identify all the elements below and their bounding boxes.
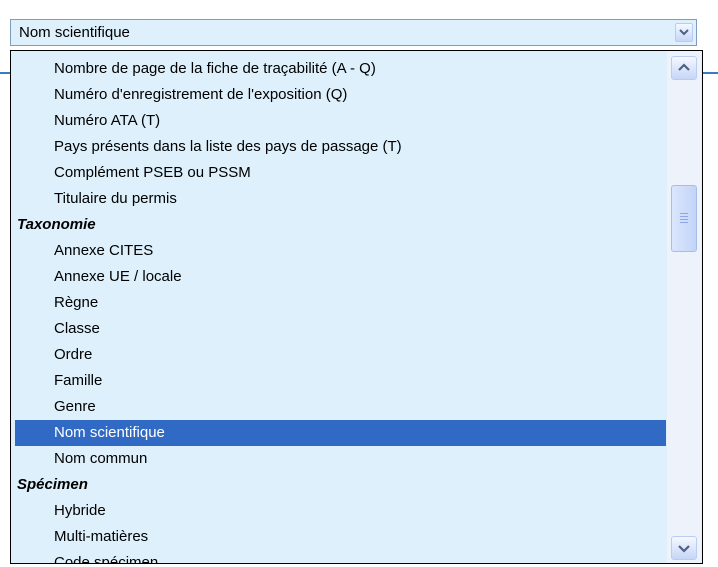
list-option[interactable]: Multi-matières bbox=[11, 524, 666, 550]
option-label: Annexe CITES bbox=[54, 242, 154, 259]
list-option[interactable]: Pays présents dans la liste des pays de … bbox=[11, 134, 666, 160]
option-label: Classe bbox=[54, 320, 100, 337]
list-option[interactable]: Hybride bbox=[11, 498, 666, 524]
list-option[interactable]: Complément PSEB ou PSSM bbox=[11, 160, 666, 186]
option-label: Nom commun bbox=[54, 450, 148, 467]
option-label: Multi-matières bbox=[54, 528, 149, 545]
scroll-up-button[interactable] bbox=[671, 56, 697, 80]
vertical-scrollbar[interactable] bbox=[667, 51, 701, 563]
list-option[interactable]: Annexe UE / locale bbox=[11, 264, 666, 290]
dropdown-list[interactable]: Nombre de page de la fiche de traçabilit… bbox=[10, 50, 703, 564]
list-option[interactable]: Numéro d'enregistrement de l'exposition … bbox=[11, 82, 666, 108]
option-label: Règne bbox=[54, 294, 99, 311]
group-header: Spécimen bbox=[11, 472, 666, 498]
list-option[interactable]: Annexe CITES bbox=[11, 238, 666, 264]
option-label: Famille bbox=[54, 372, 103, 389]
option-label: Nom scientifique bbox=[54, 424, 165, 441]
list-option[interactable]: Règne bbox=[11, 290, 666, 316]
option-label: Titulaire du permis bbox=[54, 190, 177, 207]
option-label: Hybride bbox=[54, 502, 106, 519]
option-label: Annexe UE / locale bbox=[54, 268, 182, 285]
list-option[interactable]: Famille bbox=[11, 368, 666, 394]
list-option[interactable]: Code spécimen bbox=[11, 550, 666, 564]
chevron-up-icon bbox=[678, 63, 690, 71]
dropdown-button[interactable] bbox=[675, 23, 693, 42]
grip-icon bbox=[680, 213, 688, 225]
list-option[interactable]: Nom commun bbox=[11, 446, 666, 472]
list-option[interactable]: Ordre bbox=[11, 342, 666, 368]
list-option[interactable]: Numéro ATA (T) bbox=[11, 108, 666, 134]
list-option[interactable]: Titulaire du permis bbox=[11, 186, 666, 212]
list-option[interactable]: Nombre de page de la fiche de traçabilit… bbox=[11, 56, 666, 82]
option-label: Code spécimen bbox=[54, 554, 159, 564]
option-label: Numéro ATA (T) bbox=[54, 112, 161, 129]
selected-option[interactable]: Nom scientifique bbox=[15, 420, 666, 446]
chevron-down-icon bbox=[679, 29, 689, 36]
dropdown-options: Nombre de page de la fiche de traçabilit… bbox=[11, 56, 666, 564]
scrollbar-thumb[interactable] bbox=[671, 185, 697, 252]
option-label: Spécimen bbox=[17, 476, 88, 493]
accent-line-left bbox=[0, 72, 10, 74]
scroll-down-button[interactable] bbox=[671, 536, 697, 560]
option-label: Pays présents dans la liste des pays de … bbox=[54, 138, 402, 155]
list-option[interactable]: Classe bbox=[11, 316, 666, 342]
accent-line-right bbox=[703, 72, 718, 74]
option-label: Nombre de page de la fiche de traçabilit… bbox=[54, 60, 376, 77]
option-label: Genre bbox=[54, 398, 96, 415]
list-option[interactable]: Genre bbox=[11, 394, 666, 420]
option-label: Ordre bbox=[54, 346, 93, 363]
field-select-combobox[interactable]: Nom scientifique bbox=[10, 19, 697, 46]
chevron-down-icon bbox=[678, 545, 690, 553]
combobox-value: Nom scientifique bbox=[19, 24, 130, 41]
group-header: Taxonomie bbox=[11, 212, 666, 238]
option-label: Complément PSEB ou PSSM bbox=[54, 164, 251, 181]
option-label: Numéro d'enregistrement de l'exposition … bbox=[54, 86, 348, 103]
option-label: Taxonomie bbox=[17, 216, 96, 233]
